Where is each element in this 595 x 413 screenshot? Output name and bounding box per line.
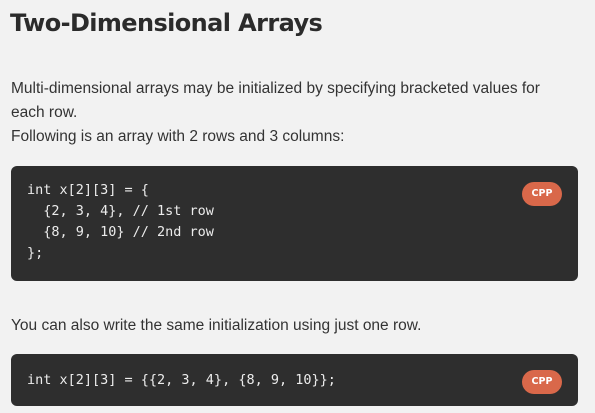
language-badge[interactable]: CPP: [522, 182, 562, 206]
intro-line: Following is an array with 2 rows and 3 …: [11, 128, 345, 145]
language-badge[interactable]: CPP: [522, 370, 562, 394]
code-line: };: [27, 245, 44, 261]
code-content[interactable]: int x[2][3] = { {2, 3, 4}, // 1st row {8…: [27, 180, 214, 264]
code-line: {2, 3, 4}, // 1st row: [27, 203, 214, 219]
code-line: {8, 9, 10} // 2nd row: [27, 224, 214, 240]
followup-paragraph: You can also write the same initializati…: [11, 317, 422, 334]
intro-line: Multi-dimensional arrays may be initiali…: [11, 80, 540, 97]
code-block-single-row: int x[2][3] = {{2, 3, 4}, {8, 9, 10}}; C…: [11, 354, 578, 406]
intro-line: each row.: [11, 104, 78, 121]
section-title: Two-Dimensional Arrays: [10, 9, 323, 37]
code-line: int x[2][3] = {{2, 3, 4}, {8, 9, 10}};: [27, 372, 336, 388]
code-line: int x[2][3] = {: [27, 182, 149, 198]
intro-paragraph: Multi-dimensional arrays may be initiali…: [11, 77, 586, 149]
code-block-multi-row: int x[2][3] = { {2, 3, 4}, // 1st row {8…: [11, 166, 578, 281]
code-content[interactable]: int x[2][3] = {{2, 3, 4}, {8, 9, 10}};: [27, 370, 336, 391]
